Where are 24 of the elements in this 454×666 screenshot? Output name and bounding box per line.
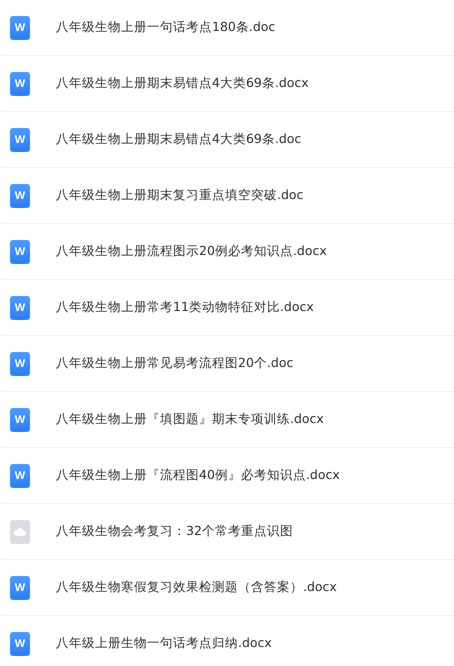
file-name[interactable]: 八年级生物寒假复习效果检测题（含答案）.docx bbox=[56, 579, 337, 596]
word-file-icon: W bbox=[10, 240, 30, 264]
word-file-icon: W bbox=[10, 16, 30, 40]
file-name[interactable]: 八年级上册生物一句话考点归纳.docx bbox=[56, 635, 272, 652]
file-name[interactable]: 八年级生物上册期末易错点4大类69条.docx bbox=[56, 75, 309, 92]
word-file-icon: W bbox=[10, 296, 30, 320]
file-name[interactable]: 八年级生物上册常考11类动物特征对比.docx bbox=[56, 299, 314, 316]
file-name[interactable]: 八年级生物上册『流程图40例』必考知识点.docx bbox=[56, 467, 340, 484]
word-file-icon: W bbox=[10, 632, 30, 656]
word-file-icon: W bbox=[10, 128, 30, 152]
file-name[interactable]: 八年级生物上册常见易考流程图20个.doc bbox=[56, 355, 294, 372]
file-name[interactable]: 八年级生物上册期末易错点4大类69条.doc bbox=[56, 131, 302, 148]
file-name[interactable]: 八年级生物会考复习：32个常考重点识图 bbox=[56, 523, 293, 540]
file-name[interactable]: 八年级生物上册期末复习重点填空突破.doc bbox=[56, 187, 304, 204]
word-file-icon: W bbox=[10, 576, 30, 600]
word-file-icon: W bbox=[10, 352, 30, 376]
word-file-icon: W bbox=[10, 408, 30, 432]
word-file-icon: W bbox=[10, 464, 30, 488]
word-file-icon: W bbox=[10, 184, 30, 208]
file-name[interactable]: 八年级生物上册『填图题』期末专项训练.docx bbox=[56, 411, 324, 428]
word-file-icon: W bbox=[10, 72, 30, 96]
cloud-file-icon bbox=[10, 520, 30, 544]
file-name[interactable]: 八年级生物上册流程图示20例必考知识点.docx bbox=[56, 243, 327, 260]
file-name[interactable]: 八年级生物上册一句话考点180条.doc bbox=[56, 19, 276, 36]
